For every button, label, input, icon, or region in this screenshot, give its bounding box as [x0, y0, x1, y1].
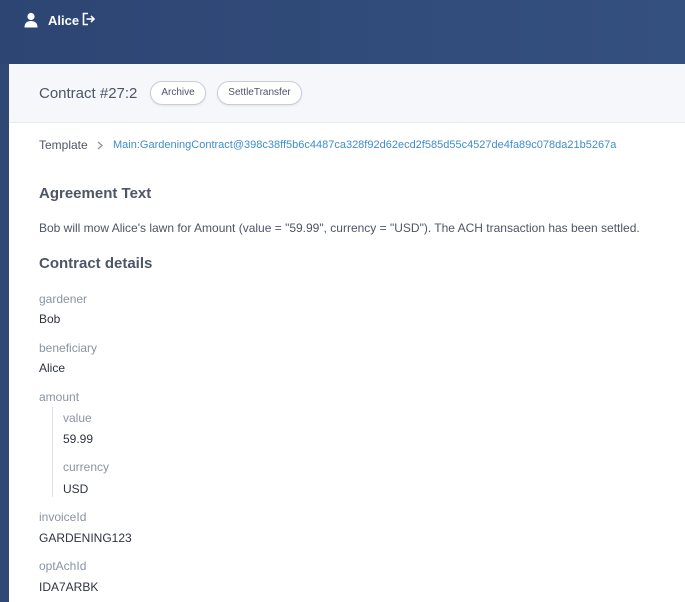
gardener-label: gardener: [39, 292, 88, 306]
contract-header: Contract #27:2 Archive SettleTransfer: [9, 64, 685, 123]
opt-ach-id-value: IDA7ARBK: [39, 580, 99, 594]
logout-icon[interactable]: [82, 12, 96, 26]
template-label: Template: [39, 138, 88, 152]
amount-currency-label: currency: [63, 460, 110, 474]
amount-value-label: value: [63, 411, 92, 425]
amount-currency-value: USD: [63, 482, 89, 496]
amount-value-value: 59.99: [63, 432, 94, 446]
opt-ach-id-label: optAchId: [39, 559, 87, 573]
contract-title: Contract #27:2: [39, 85, 138, 102]
user-name: Alice: [48, 13, 80, 28]
amount-nesting-line: [52, 407, 53, 497]
top-bar: Alice: [0, 0, 685, 64]
gardener-value: Bob: [39, 312, 61, 326]
settle-transfer-button[interactable]: SettleTransfer: [217, 81, 302, 105]
chevron-right-icon: [97, 141, 103, 150]
beneficiary-value: Alice: [39, 361, 66, 375]
beneficiary-label: beneficiary: [39, 341, 98, 355]
invoice-id-value: GARDENING123: [39, 531, 132, 545]
amount-label: amount: [39, 390, 80, 404]
contract-panel: Contract #27:2 Archive SettleTransfer Te…: [9, 64, 685, 602]
user-icon: [24, 12, 38, 28]
invoice-id-label: invoiceId: [39, 510, 87, 524]
agreement-heading: Agreement Text: [39, 185, 152, 202]
template-id-link[interactable]: Main:GardeningContract@398c38ff5b6c4487c…: [113, 138, 616, 152]
agreement-text: Bob will mow Alice's lawn for Amount (va…: [39, 221, 640, 235]
archive-button[interactable]: Archive: [150, 81, 206, 105]
contract-details-heading: Contract details: [39, 255, 153, 272]
